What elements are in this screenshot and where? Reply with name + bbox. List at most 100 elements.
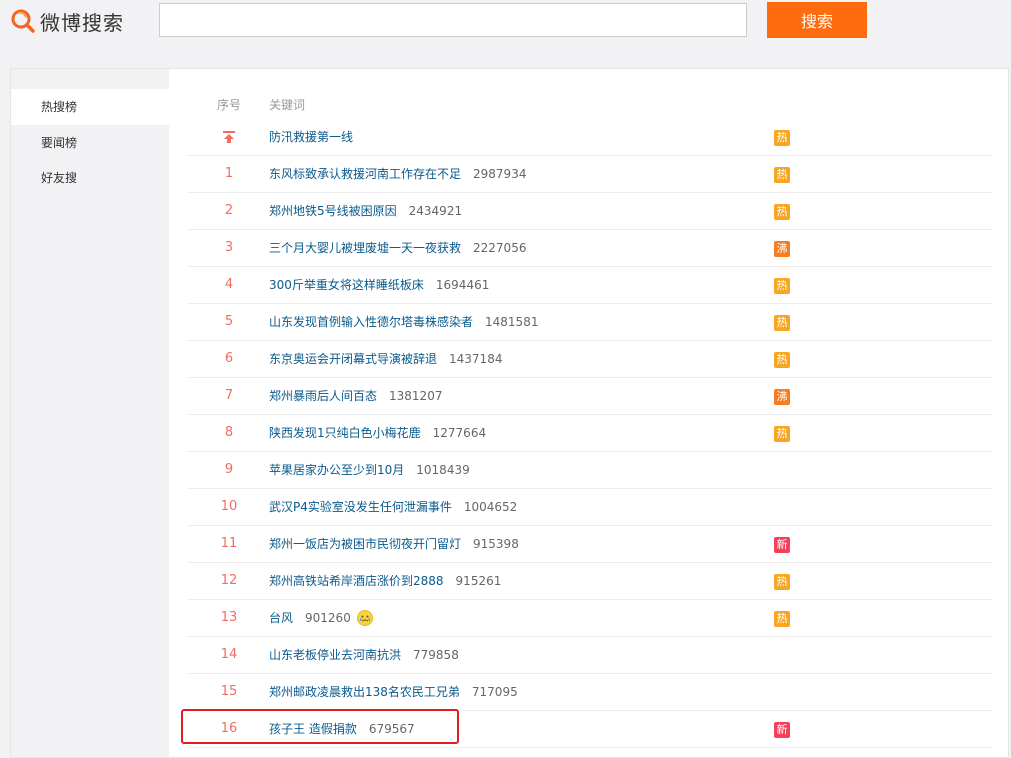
- keyword-cell: 三个月大婴儿被埋废墟一天一夜获救 2227056: [269, 230, 526, 266]
- keyword-cell: 300斤举重女将这样睡纸板床 1694461: [269, 267, 489, 303]
- search-count: 915398: [473, 537, 519, 551]
- table-row: 14 山东老板停业去河南抗洪 779858: [187, 637, 992, 674]
- status-badge: 热: [774, 130, 790, 146]
- search-input[interactable]: [159, 3, 747, 37]
- search-count: 901260: [305, 611, 351, 625]
- table-row: 9 苹果居家办公至少到10月 1018439: [187, 452, 992, 489]
- keyword-cell: 山东发现首例输入性德尔塔毒株感染者 1481581: [269, 304, 538, 340]
- table-row: 12 郑州高铁站希岸酒店涨价到2888 915261 热: [187, 563, 992, 600]
- status-badge: 热: [774, 426, 790, 442]
- keyword-cell: 武汉P4实验室没发生任何泄漏事件 1004652: [269, 489, 517, 525]
- keyword-link[interactable]: 武汉P4实验室没发生任何泄漏事件: [269, 500, 452, 514]
- logo-text: 微博搜索: [40, 10, 124, 35]
- rank-number: 3: [224, 240, 234, 255]
- keyword-cell: 苹果居家办公至少到10月 1018439: [269, 452, 470, 488]
- search-count: 779858: [413, 648, 459, 662]
- rank-number: 14: [220, 647, 238, 662]
- search-count: 2227056: [473, 241, 527, 255]
- keyword-link[interactable]: 苹果居家办公至少到10月: [269, 463, 404, 477]
- search-count: 1018439: [416, 463, 470, 477]
- table-row: 2 郑州地铁5号线被困原因 2434921 热: [187, 193, 992, 230]
- rank-number: 12: [220, 573, 238, 588]
- highlight-box: [181, 709, 459, 744]
- search-magnifier-icon: [10, 8, 36, 34]
- keyword-cell: 台风 901260: [269, 600, 373, 636]
- header-keyword: 关键词: [269, 98, 306, 112]
- keyword-cell: 郑州一饭店为被困市民彻夜开门留灯 915398: [269, 526, 519, 562]
- search-count: 1694461: [435, 278, 490, 292]
- table-row: 11 郑州一饭店为被困市民彻夜开门留灯 915398 新: [187, 526, 992, 563]
- table-body: 防汛救援第一线热 1 东风标致承认救援河南工作存在不足 2987934 热 2 郑州地铁5号…: [187, 119, 992, 748]
- search-count: 2987934: [473, 167, 527, 181]
- weibo-search-logo[interactable]: 微博搜索: [10, 6, 124, 36]
- rank-number: 9: [224, 462, 234, 477]
- keyword-link[interactable]: 东京奥运会开闭幕式导演被辞退: [269, 352, 437, 366]
- table-row: 15 郑州邮政凌晨救出138名农民工兄弟 717095: [187, 674, 992, 711]
- search-count: 1481581: [485, 315, 539, 329]
- crying-emoji-icon: [356, 609, 373, 626]
- keyword-link[interactable]: 三个月大婴儿被埋废墟一天一夜获救: [269, 241, 461, 255]
- pinned-top-icon: [222, 130, 236, 144]
- keyword-cell: 东京奥运会开闭幕式导演被辞退 1437184: [269, 341, 502, 377]
- keyword-cell: 郑州暴雨后人间百态 1381207: [269, 378, 442, 414]
- rank-number: 10: [220, 499, 238, 514]
- sidebar-item-hot-search[interactable]: 热搜榜: [11, 89, 169, 125]
- status-badge: 新: [774, 722, 790, 738]
- search-count: 1437184: [449, 352, 503, 366]
- table-row: 13 台风 901260 热: [187, 600, 992, 637]
- rank-number: 4: [224, 277, 234, 292]
- table-row: 1 东风标致承认救援河南工作存在不足 2987934 热: [187, 156, 992, 193]
- status-badge: 热: [774, 315, 790, 331]
- table-header: 序号 关键词: [187, 89, 992, 119]
- rank-number: 13: [220, 610, 238, 625]
- keyword-cell: 防汛救援第一线: [269, 119, 353, 155]
- keyword-link[interactable]: 郑州地铁5号线被困原因: [269, 204, 397, 218]
- keyword-link[interactable]: 东风标致承认救援河南工作存在不足: [269, 167, 461, 181]
- rank-number: 15: [220, 684, 238, 699]
- table-row: 5 山东发现首例输入性德尔塔毒株感染者 1481581 热: [187, 304, 992, 341]
- search-count: 1004652: [463, 500, 518, 514]
- rank-number: 2: [224, 203, 234, 218]
- table-row: 8 陕西发现1只纯白色小梅花鹿 1277664 热: [187, 415, 992, 452]
- keyword-link[interactable]: 山东老板停业去河南抗洪: [269, 648, 401, 662]
- rank-number: 8: [224, 425, 234, 440]
- keyword-cell: 郑州地铁5号线被困原因 2434921: [269, 193, 462, 229]
- rank-number: 5: [224, 314, 234, 329]
- table-row: 7 郑州暴雨后人间百态 1381207 沸: [187, 378, 992, 415]
- keyword-cell: 东风标致承认救援河南工作存在不足 2987934: [269, 156, 526, 192]
- keyword-link[interactable]: 郑州暴雨后人间百态: [269, 389, 377, 403]
- keyword-link[interactable]: 300斤举重女将这样睡纸板床: [269, 278, 424, 292]
- keyword-link[interactable]: 郑州一饭店为被困市民彻夜开门留灯: [269, 537, 461, 551]
- hot-search-panel: 热搜榜 要闻榜 好友搜 序号 关键词 防汛救援第一线热 1 东风标致承认救援河南工作…: [10, 68, 1009, 758]
- rank-number: 7: [224, 388, 234, 403]
- keyword-cell: 陕西发现1只纯白色小梅花鹿 1277664: [269, 415, 486, 451]
- search-count: 717095: [471, 685, 518, 699]
- sidebar-item-news[interactable]: 要闻榜: [11, 125, 169, 161]
- keyword-link[interactable]: 郑州邮政凌晨救出138名农民工兄弟: [269, 685, 460, 699]
- table-row: 10 武汉P4实验室没发生任何泄漏事件 1004652: [187, 489, 992, 526]
- status-badge: 新: [774, 537, 790, 553]
- search-button[interactable]: 搜索: [767, 2, 867, 38]
- header-rank: 序号: [216, 98, 241, 112]
- table-row: 3 三个月大婴儿被埋废墟一天一夜获救 2227056 沸: [187, 230, 992, 267]
- table-row: 4 300斤举重女将这样睡纸板床 1694461 热: [187, 267, 992, 304]
- status-badge: 热: [774, 167, 790, 183]
- rank-number: 6: [224, 351, 234, 366]
- rank-number: 11: [220, 536, 238, 551]
- sidebar-item-friends[interactable]: 好友搜: [11, 160, 169, 196]
- keyword-link[interactable]: 山东发现首例输入性德尔塔毒株感染者: [269, 315, 473, 329]
- status-badge: 热: [774, 278, 790, 294]
- keyword-cell: 郑州高铁站希岸酒店涨价到2888 915261: [269, 563, 501, 599]
- status-badge: 热: [774, 611, 790, 627]
- keyword-link[interactable]: 郑州高铁站希岸酒店涨价到2888: [269, 574, 444, 588]
- status-badge: 沸: [774, 241, 790, 257]
- header: 微博搜索 搜索: [0, 0, 1011, 68]
- search-count: 915261: [455, 574, 502, 588]
- keyword-link[interactable]: 陕西发现1只纯白色小梅花鹿: [269, 426, 421, 440]
- status-badge: 热: [774, 352, 790, 368]
- status-badge: 沸: [774, 389, 790, 405]
- keyword-cell: 郑州邮政凌晨救出138名农民工兄弟 717095: [269, 674, 518, 710]
- keyword-link[interactable]: 防汛救援第一线: [269, 130, 353, 144]
- keyword-link[interactable]: 台风: [269, 611, 293, 625]
- status-badge: 热: [774, 204, 790, 220]
